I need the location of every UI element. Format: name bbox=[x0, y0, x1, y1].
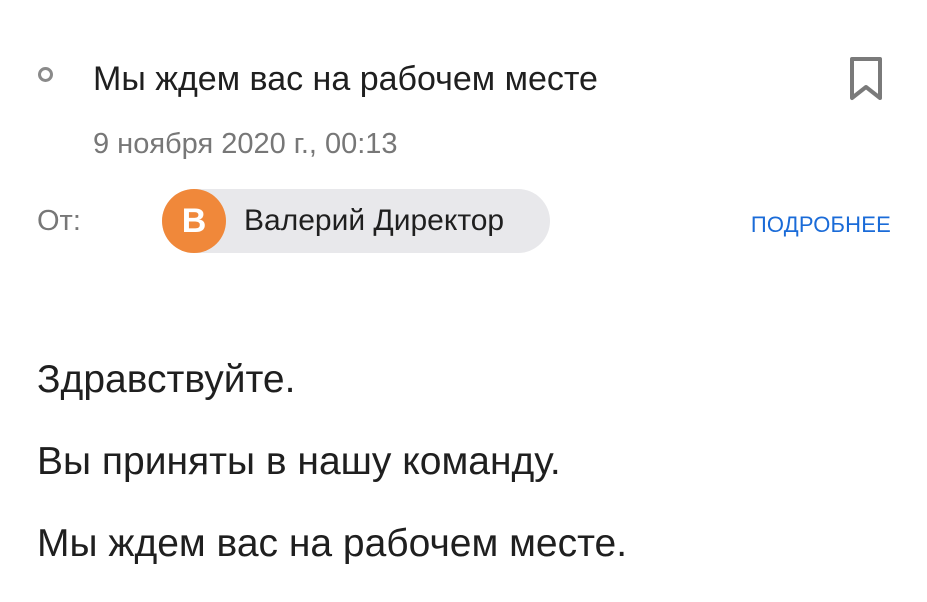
email-header: Мы ждем вас на рабочем месте 9 ноября 20… bbox=[0, 0, 927, 300]
body-line-greeting: Здравствуйте. bbox=[37, 358, 296, 401]
unread-circle-icon[interactable] bbox=[38, 67, 53, 82]
email-subject: Мы ждем вас на рабочем месте bbox=[93, 60, 598, 98]
body-line-waiting: Мы ждем вас на рабочем месте. bbox=[37, 522, 628, 565]
sender-chip[interactable]: В Валерий Директор bbox=[162, 189, 550, 253]
email-date: 9 ноября 2020 г., 00:13 bbox=[93, 128, 398, 160]
avatar: В bbox=[162, 189, 226, 253]
sender-name: Валерий Директор bbox=[244, 204, 505, 237]
bookmark-icon[interactable] bbox=[846, 54, 886, 104]
email-body: Здравствуйте. Вы приняты в нашу команду.… bbox=[37, 356, 897, 602]
from-label: От: bbox=[37, 205, 81, 237]
body-line-accepted: Вы приняты в нашу команду. bbox=[37, 440, 561, 483]
details-link[interactable]: ПОДРОБНЕЕ bbox=[751, 212, 891, 238]
